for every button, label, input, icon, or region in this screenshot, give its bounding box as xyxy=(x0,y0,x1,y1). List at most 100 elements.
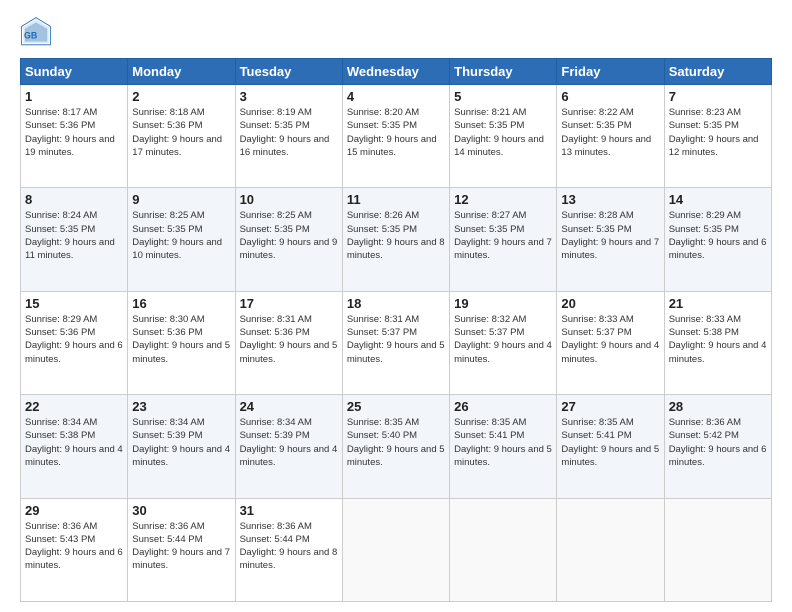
calendar-day-header: Friday xyxy=(557,59,664,85)
day-info: Sunrise: 8:19 AM Sunset: 5:35 PM Dayligh… xyxy=(240,106,338,159)
day-info: Sunrise: 8:25 AM Sunset: 5:35 PM Dayligh… xyxy=(240,209,338,262)
day-number: 29 xyxy=(25,503,123,518)
day-info: Sunrise: 8:20 AM Sunset: 5:35 PM Dayligh… xyxy=(347,106,445,159)
day-info: Sunrise: 8:28 AM Sunset: 5:35 PM Dayligh… xyxy=(561,209,659,262)
calendar-day-cell xyxy=(450,498,557,601)
day-info: Sunrise: 8:36 AM Sunset: 5:44 PM Dayligh… xyxy=(240,520,338,573)
day-info: Sunrise: 8:35 AM Sunset: 5:40 PM Dayligh… xyxy=(347,416,445,469)
calendar-week-row: 29 Sunrise: 8:36 AM Sunset: 5:43 PM Dayl… xyxy=(21,498,772,601)
calendar-day-cell: 11 Sunrise: 8:26 AM Sunset: 5:35 PM Dayl… xyxy=(342,188,449,291)
header: GB xyxy=(20,16,772,48)
day-number: 3 xyxy=(240,89,338,104)
day-number: 6 xyxy=(561,89,659,104)
calendar-day-cell: 16 Sunrise: 8:30 AM Sunset: 5:36 PM Dayl… xyxy=(128,291,235,394)
day-number: 14 xyxy=(669,192,767,207)
day-info: Sunrise: 8:25 AM Sunset: 5:35 PM Dayligh… xyxy=(132,209,230,262)
calendar-day-header: Sunday xyxy=(21,59,128,85)
calendar-day-cell: 24 Sunrise: 8:34 AM Sunset: 5:39 PM Dayl… xyxy=(235,395,342,498)
calendar-day-cell: 18 Sunrise: 8:31 AM Sunset: 5:37 PM Dayl… xyxy=(342,291,449,394)
calendar-week-row: 8 Sunrise: 8:24 AM Sunset: 5:35 PM Dayli… xyxy=(21,188,772,291)
calendar-day-cell: 13 Sunrise: 8:28 AM Sunset: 5:35 PM Dayl… xyxy=(557,188,664,291)
calendar-day-cell: 23 Sunrise: 8:34 AM Sunset: 5:39 PM Dayl… xyxy=(128,395,235,498)
svg-text:GB: GB xyxy=(24,30,37,40)
calendar-day-cell: 14 Sunrise: 8:29 AM Sunset: 5:35 PM Dayl… xyxy=(664,188,771,291)
day-info: Sunrise: 8:30 AM Sunset: 5:36 PM Dayligh… xyxy=(132,313,230,366)
calendar-day-cell: 29 Sunrise: 8:36 AM Sunset: 5:43 PM Dayl… xyxy=(21,498,128,601)
page: GB SundayMondayTuesdayWednesdayThursdayF… xyxy=(0,0,792,612)
day-info: Sunrise: 8:34 AM Sunset: 5:39 PM Dayligh… xyxy=(240,416,338,469)
day-number: 17 xyxy=(240,296,338,311)
calendar-day-cell: 8 Sunrise: 8:24 AM Sunset: 5:35 PM Dayli… xyxy=(21,188,128,291)
calendar-day-cell xyxy=(557,498,664,601)
day-info: Sunrise: 8:36 AM Sunset: 5:43 PM Dayligh… xyxy=(25,520,123,573)
calendar-header-row: SundayMondayTuesdayWednesdayThursdayFrid… xyxy=(21,59,772,85)
day-info: Sunrise: 8:36 AM Sunset: 5:44 PM Dayligh… xyxy=(132,520,230,573)
day-info: Sunrise: 8:31 AM Sunset: 5:37 PM Dayligh… xyxy=(347,313,445,366)
calendar-table: SundayMondayTuesdayWednesdayThursdayFrid… xyxy=(20,58,772,602)
calendar-day-cell: 6 Sunrise: 8:22 AM Sunset: 5:35 PM Dayli… xyxy=(557,85,664,188)
day-number: 18 xyxy=(347,296,445,311)
day-info: Sunrise: 8:21 AM Sunset: 5:35 PM Dayligh… xyxy=(454,106,552,159)
calendar-day-cell: 2 Sunrise: 8:18 AM Sunset: 5:36 PM Dayli… xyxy=(128,85,235,188)
day-info: Sunrise: 8:29 AM Sunset: 5:36 PM Dayligh… xyxy=(25,313,123,366)
calendar-week-row: 1 Sunrise: 8:17 AM Sunset: 5:36 PM Dayli… xyxy=(21,85,772,188)
day-info: Sunrise: 8:18 AM Sunset: 5:36 PM Dayligh… xyxy=(132,106,230,159)
day-number: 23 xyxy=(132,399,230,414)
day-info: Sunrise: 8:34 AM Sunset: 5:39 PM Dayligh… xyxy=(132,416,230,469)
day-number: 13 xyxy=(561,192,659,207)
day-info: Sunrise: 8:35 AM Sunset: 5:41 PM Dayligh… xyxy=(454,416,552,469)
day-number: 30 xyxy=(132,503,230,518)
day-number: 2 xyxy=(132,89,230,104)
calendar-day-cell: 31 Sunrise: 8:36 AM Sunset: 5:44 PM Dayl… xyxy=(235,498,342,601)
calendar-day-cell: 22 Sunrise: 8:34 AM Sunset: 5:38 PM Dayl… xyxy=(21,395,128,498)
day-number: 12 xyxy=(454,192,552,207)
calendar-day-cell: 26 Sunrise: 8:35 AM Sunset: 5:41 PM Dayl… xyxy=(450,395,557,498)
day-number: 9 xyxy=(132,192,230,207)
day-number: 25 xyxy=(347,399,445,414)
day-number: 5 xyxy=(454,89,552,104)
day-info: Sunrise: 8:35 AM Sunset: 5:41 PM Dayligh… xyxy=(561,416,659,469)
calendar-day-cell: 25 Sunrise: 8:35 AM Sunset: 5:40 PM Dayl… xyxy=(342,395,449,498)
calendar-day-cell: 1 Sunrise: 8:17 AM Sunset: 5:36 PM Dayli… xyxy=(21,85,128,188)
calendar-day-cell: 21 Sunrise: 8:33 AM Sunset: 5:38 PM Dayl… xyxy=(664,291,771,394)
day-info: Sunrise: 8:22 AM Sunset: 5:35 PM Dayligh… xyxy=(561,106,659,159)
calendar-day-cell: 28 Sunrise: 8:36 AM Sunset: 5:42 PM Dayl… xyxy=(664,395,771,498)
calendar-day-cell: 3 Sunrise: 8:19 AM Sunset: 5:35 PM Dayli… xyxy=(235,85,342,188)
day-info: Sunrise: 8:27 AM Sunset: 5:35 PM Dayligh… xyxy=(454,209,552,262)
day-number: 10 xyxy=(240,192,338,207)
day-number: 15 xyxy=(25,296,123,311)
day-number: 26 xyxy=(454,399,552,414)
day-number: 21 xyxy=(669,296,767,311)
day-number: 8 xyxy=(25,192,123,207)
calendar-week-row: 15 Sunrise: 8:29 AM Sunset: 5:36 PM Dayl… xyxy=(21,291,772,394)
day-number: 4 xyxy=(347,89,445,104)
logo-icon: GB xyxy=(20,16,52,48)
calendar-day-cell: 12 Sunrise: 8:27 AM Sunset: 5:35 PM Dayl… xyxy=(450,188,557,291)
calendar-day-header: Tuesday xyxy=(235,59,342,85)
calendar-day-cell xyxy=(664,498,771,601)
calendar-day-cell: 27 Sunrise: 8:35 AM Sunset: 5:41 PM Dayl… xyxy=(557,395,664,498)
day-number: 11 xyxy=(347,192,445,207)
day-number: 22 xyxy=(25,399,123,414)
calendar-day-cell: 20 Sunrise: 8:33 AM Sunset: 5:37 PM Dayl… xyxy=(557,291,664,394)
calendar-day-cell: 30 Sunrise: 8:36 AM Sunset: 5:44 PM Dayl… xyxy=(128,498,235,601)
logo: GB xyxy=(20,16,56,48)
day-info: Sunrise: 8:31 AM Sunset: 5:36 PM Dayligh… xyxy=(240,313,338,366)
day-number: 19 xyxy=(454,296,552,311)
calendar-day-cell: 4 Sunrise: 8:20 AM Sunset: 5:35 PM Dayli… xyxy=(342,85,449,188)
calendar-day-cell: 19 Sunrise: 8:32 AM Sunset: 5:37 PM Dayl… xyxy=(450,291,557,394)
calendar-day-header: Wednesday xyxy=(342,59,449,85)
calendar-week-row: 22 Sunrise: 8:34 AM Sunset: 5:38 PM Dayl… xyxy=(21,395,772,498)
calendar-day-header: Thursday xyxy=(450,59,557,85)
calendar-day-header: Monday xyxy=(128,59,235,85)
day-info: Sunrise: 8:33 AM Sunset: 5:38 PM Dayligh… xyxy=(669,313,767,366)
calendar-day-header: Saturday xyxy=(664,59,771,85)
day-number: 16 xyxy=(132,296,230,311)
day-info: Sunrise: 8:36 AM Sunset: 5:42 PM Dayligh… xyxy=(669,416,767,469)
calendar-day-cell: 10 Sunrise: 8:25 AM Sunset: 5:35 PM Dayl… xyxy=(235,188,342,291)
calendar-day-cell: 15 Sunrise: 8:29 AM Sunset: 5:36 PM Dayl… xyxy=(21,291,128,394)
calendar-day-cell xyxy=(342,498,449,601)
day-number: 27 xyxy=(561,399,659,414)
day-number: 31 xyxy=(240,503,338,518)
day-number: 28 xyxy=(669,399,767,414)
